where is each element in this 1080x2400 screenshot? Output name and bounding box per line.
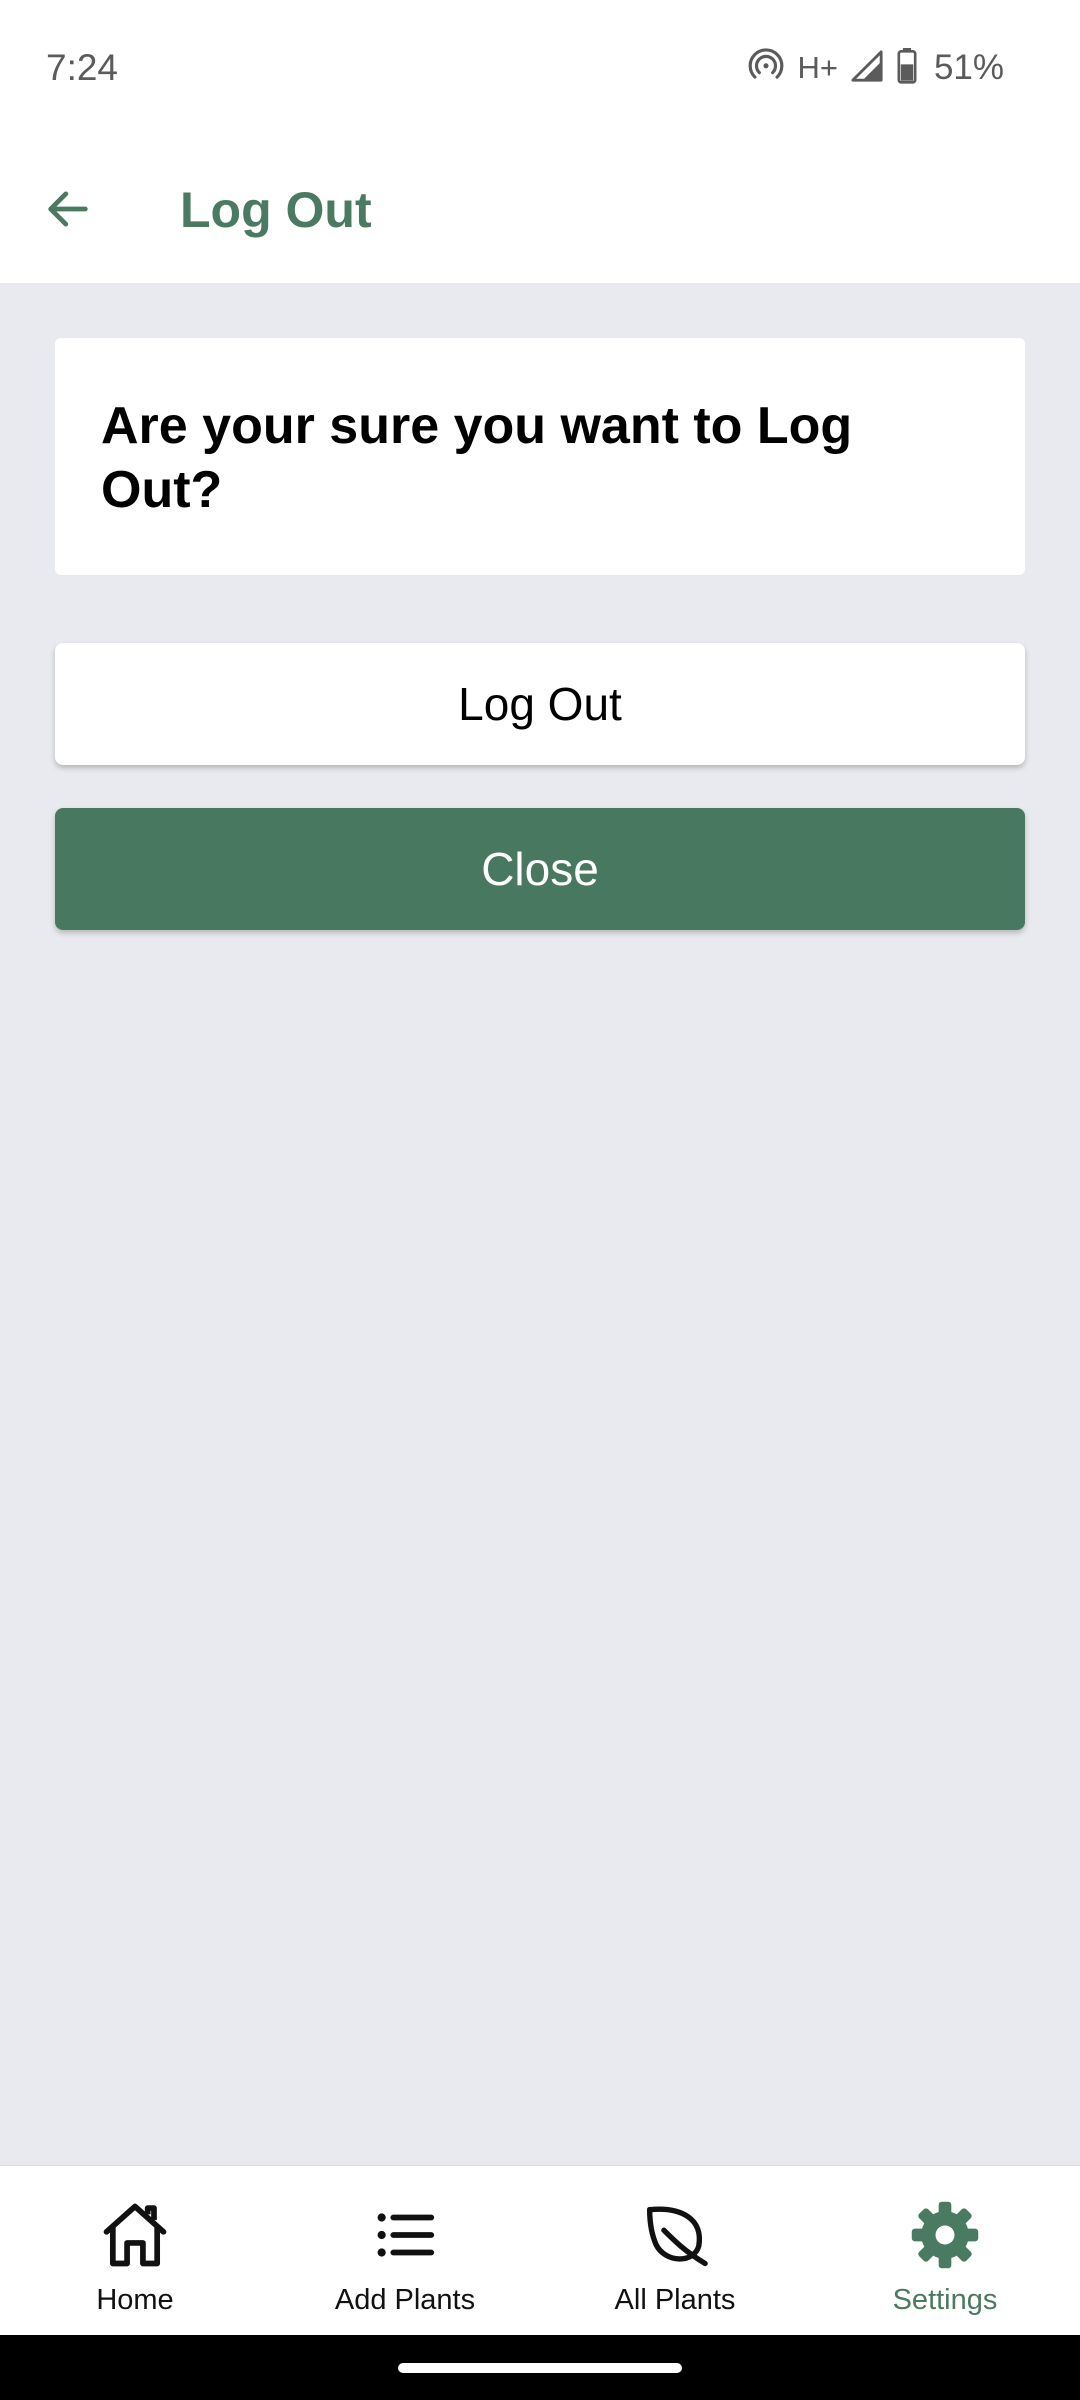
leaf-icon (633, 2193, 717, 2277)
bottom-navigation: Home Add Plants All Plants Settings (0, 2165, 1080, 2336)
home-gesture-handle[interactable] (398, 2363, 682, 2373)
status-bar: 7:24 H+ 51% (0, 0, 1080, 135)
system-navigation-bar (0, 2335, 1080, 2400)
nav-item-add-plants[interactable]: Add Plants (270, 2166, 540, 2336)
page-title: Log Out (180, 182, 372, 238)
nav-item-settings[interactable]: Settings (810, 2166, 1080, 2336)
confirmation-message: Are your sure you want to Log Out? (101, 397, 853, 519)
network-type: H+ (797, 50, 838, 85)
list-icon (363, 2193, 447, 2277)
nav-item-home[interactable]: Home (0, 2166, 270, 2336)
close-button[interactable]: Close (55, 808, 1025, 930)
nav-item-all-plants[interactable]: All Plants (540, 2166, 810, 2336)
nav-label-all-plants: All Plants (614, 2284, 736, 2316)
status-time: 7:24 (46, 47, 119, 88)
signal-icon (850, 49, 884, 88)
home-icon (93, 2193, 177, 2277)
logout-button[interactable]: Log Out (55, 643, 1025, 765)
app-bar: Log Out (0, 135, 1080, 283)
battery-icon (896, 47, 918, 89)
back-button[interactable] (26, 169, 110, 253)
arrow-left-icon (42, 183, 94, 240)
nav-label-add-plants: Add Plants (334, 2284, 476, 2316)
status-icons: H+ 51% (747, 44, 1004, 92)
nav-label-home: Home (96, 2284, 174, 2316)
confirmation-card: Are your sure you want to Log Out? (55, 338, 1025, 575)
battery-percent: 51% (933, 48, 1004, 87)
hotspot-icon (747, 47, 785, 90)
nav-label-settings: Settings (892, 2284, 998, 2316)
gear-icon (903, 2193, 987, 2277)
